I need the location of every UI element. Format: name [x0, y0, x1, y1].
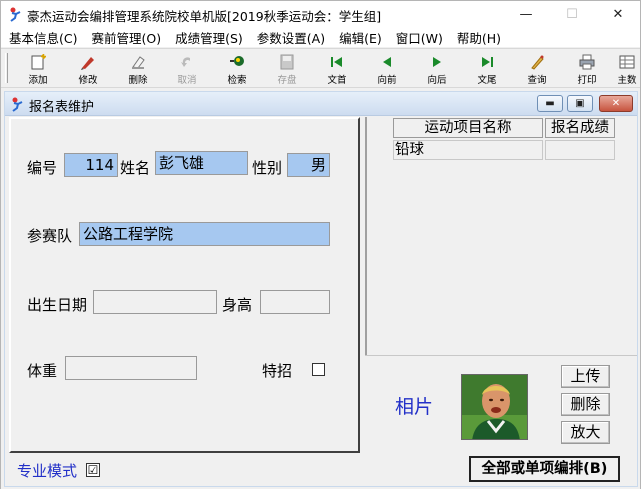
number-field[interactable]: 114	[64, 153, 118, 177]
toolbar-grip[interactable]	[5, 53, 8, 83]
height-label: 身高	[222, 296, 253, 314]
next-icon	[433, 57, 441, 67]
menu-pre-match[interactable]: 赛前管理(O)	[83, 28, 167, 47]
child-maximize-button[interactable]: ▣	[567, 95, 593, 112]
grid-cell-score[interactable]	[545, 140, 615, 160]
main-data-button[interactable]: 主数	[613, 52, 641, 86]
first-icon	[331, 57, 342, 67]
athlete-form: 编号 114 姓名 彭飞雄 性别 男 参赛队 公路工程学院 出生日期 身高 体重…	[9, 117, 360, 453]
next-record-button[interactable]: 向后	[413, 52, 461, 86]
team-label: 参赛队	[27, 227, 73, 245]
menu-basic-info[interactable]: 基本信息(C)	[1, 28, 83, 47]
special-recruit-checkbox[interactable]	[312, 363, 325, 376]
menu-parameters[interactable]: 参数设置(A)	[249, 28, 331, 47]
athlete-photo	[461, 374, 528, 440]
edit-icon	[81, 57, 94, 70]
photo-label: 相片	[395, 396, 434, 418]
close-button[interactable]: ✕	[595, 1, 641, 27]
first-record-button[interactable]: 文首	[313, 52, 361, 86]
weight-label: 体重	[27, 362, 58, 380]
registration-window: 报名表维护 ▬ ▣ ✕ 编号 114 姓名 彭飞雄 性别 男 参赛队 公路工程学…	[4, 91, 638, 487]
birth-date-label: 出生日期	[27, 296, 88, 314]
prev-icon	[383, 57, 391, 67]
team-field[interactable]: 公路工程学院	[79, 222, 330, 246]
menu-window[interactable]: 窗口(W)	[388, 28, 449, 47]
query-button[interactable]: 查询	[513, 52, 561, 86]
delete-icon	[132, 56, 145, 69]
print-icon	[579, 54, 595, 70]
menu-help[interactable]: 帮助(H)	[449, 28, 507, 47]
search-icon	[230, 56, 244, 66]
search-button[interactable]: 检索	[213, 52, 261, 86]
add-icon	[31, 54, 46, 70]
title-bar: 豪杰运动会编排管理系统院校单机版[2019秋季运动会：学生组] — ☐ ✕	[1, 1, 640, 27]
arrange-all-button[interactable]: 全部或单项编排(B)	[469, 456, 620, 482]
save-button[interactable]: 存盘	[263, 52, 311, 86]
child-minimize-button[interactable]: ▬	[537, 95, 563, 112]
print-button[interactable]: 打印	[563, 52, 611, 86]
query-icon	[531, 55, 544, 70]
child-close-button[interactable]: ✕	[599, 95, 633, 112]
menu-edit[interactable]: 编辑(E)	[331, 28, 388, 47]
cancel-icon	[181, 57, 190, 67]
minimize-button[interactable]: —	[503, 1, 549, 27]
maximize-button[interactable]: ☐	[549, 1, 595, 27]
grid-cell-event[interactable]: 铅球	[393, 140, 543, 160]
mdi-area: 报名表维护 ▬ ▣ ✕ 编号 114 姓名 彭飞雄 性别 男 参赛队 公路工程学…	[1, 89, 640, 489]
professional-mode-label: 专业模式	[17, 462, 78, 480]
delete-photo-button[interactable]: 删除	[561, 393, 610, 416]
menu-results[interactable]: 成绩管理(S)	[167, 28, 249, 47]
grid-header-event[interactable]: 运动项目名称	[393, 118, 543, 138]
athlete-photo-image	[462, 375, 527, 439]
edit-button[interactable]: 修改	[64, 52, 112, 86]
add-button[interactable]: 添加	[14, 52, 62, 86]
gender-field[interactable]: 男	[287, 153, 330, 177]
save-icon	[280, 54, 294, 70]
child-app-icon	[12, 97, 23, 112]
delete-button[interactable]: 删除	[114, 52, 162, 86]
grid-header-score[interactable]: 报名成绩	[545, 118, 615, 138]
zoom-photo-button[interactable]: 放大	[561, 421, 610, 444]
last-record-button[interactable]: 文尾	[463, 52, 511, 86]
height-field[interactable]	[260, 290, 330, 314]
grid-divider	[365, 355, 637, 356]
number-label: 编号	[27, 159, 58, 177]
weight-field[interactable]	[65, 356, 197, 380]
name-field[interactable]: 彭飞雄	[155, 151, 248, 175]
app-window: 豪杰运动会编排管理系统院校单机版[2019秋季运动会：学生组] — ☐ ✕ 基本…	[0, 0, 641, 489]
child-window-title: 报名表维护	[29, 100, 95, 115]
cancel-button[interactable]: 取消	[163, 52, 211, 86]
name-label: 姓名	[120, 159, 151, 177]
menu-bar: 基本信息(C) 赛前管理(O) 成绩管理(S) 参数设置(A) 编辑(E) 窗口…	[1, 27, 640, 47]
gender-label: 性别	[252, 159, 283, 177]
special-recruit-label: 特招	[262, 362, 293, 380]
professional-mode-checkbox[interactable]: ☑	[86, 463, 100, 477]
previous-record-button[interactable]: 向前	[363, 52, 411, 86]
main-icon	[619, 55, 635, 69]
birth-date-field[interactable]	[93, 290, 217, 314]
toolbar: 添加 修改 删除 取消 检索 存盘 文首 向前 向后 文尾 查询 打印 主数	[1, 48, 640, 88]
child-title-bar[interactable]: 报名表维护 ▬ ▣ ✕	[5, 92, 637, 116]
events-grid: 运动项目名称 报名成绩 铅球	[365, 117, 637, 355]
app-logo-icon	[10, 7, 21, 22]
window-title: 豪杰运动会编排管理系统院校单机版[2019秋季运动会：学生组]	[27, 9, 382, 24]
upload-photo-button[interactable]: 上传	[561, 365, 610, 388]
last-icon	[482, 57, 493, 67]
